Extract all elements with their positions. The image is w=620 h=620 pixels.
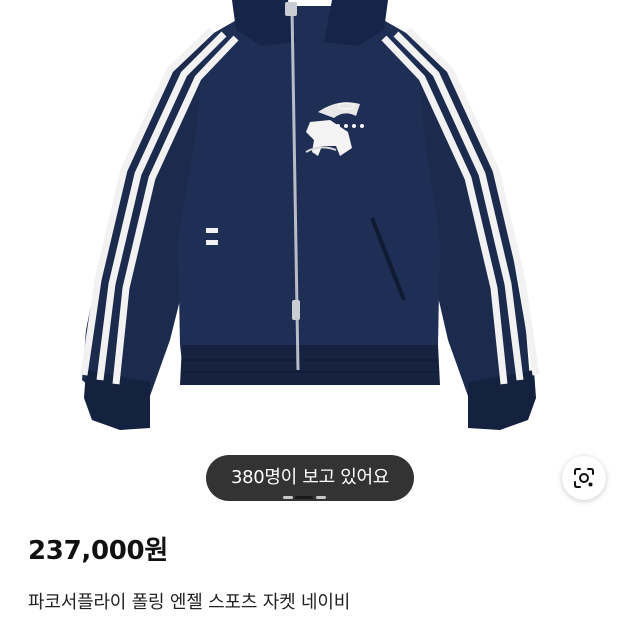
- product-image[interactable]: [0, 0, 620, 510]
- jacket-photo: [80, 0, 540, 430]
- page-dot: [283, 496, 293, 499]
- image-search-lens-icon: [574, 468, 594, 488]
- viewer-count-text: 380명이 보고 있어요: [230, 467, 390, 488]
- page-dot-active: [295, 496, 313, 499]
- image-search-button[interactable]: [562, 456, 606, 500]
- product-title: 파코서플라이 폴링 엔젤 스포츠 자켓 네이비: [28, 592, 351, 613]
- product-price: 237,000원: [28, 536, 168, 566]
- page-dot: [316, 496, 326, 499]
- viewer-count-badge: 380명이 보고 있어요: [206, 455, 414, 501]
- product-detail-screen: 380명이 보고 있어요 237,000원 파코서플라이 폴링 엔젤 스포츠 자…: [0, 0, 620, 620]
